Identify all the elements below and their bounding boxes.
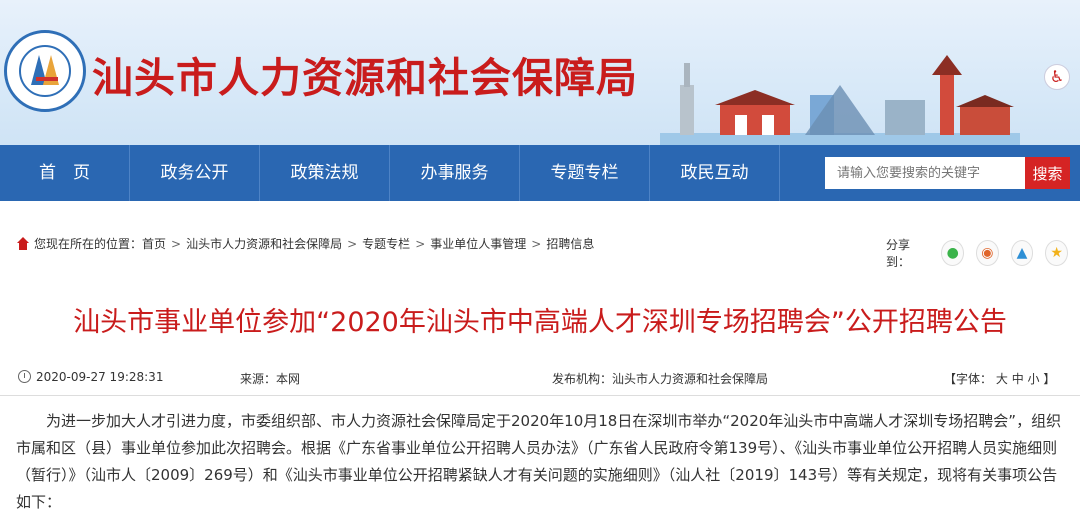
breadcrumb-separator: > [415, 236, 426, 251]
share-label: 分享到： [886, 238, 911, 269]
publisher-value: 汕头市人力资源和社会保障局 [612, 372, 769, 386]
font-medium-button[interactable]: 中 [1012, 372, 1024, 386]
nav-item-home[interactable]: 首 页 [0, 145, 130, 201]
breadcrumb-separator: > [531, 236, 542, 251]
wheelchair-icon[interactable]: ♿ [1044, 64, 1070, 90]
city-skyline-illustration [660, 55, 1020, 145]
breadcrumb-item-personnel[interactable]: 事业单位人事管理 [430, 235, 526, 252]
site-header: 汕头市人力资源和社会保障局 ♿ [0, 0, 1080, 145]
search-input[interactable] [825, 157, 1025, 189]
font-small-button[interactable]: 小 [1028, 372, 1040, 386]
main-nav: 首 页 政务公开 政策法规 办事服务 专题专栏 政民互动 搜索 [0, 145, 1080, 201]
site-title[interactable]: 汕头市人力资源和社会保障局 [92, 44, 638, 104]
qzone-icon[interactable]: ★ [1045, 240, 1069, 266]
article-publisher: 发布机构：汕头市人力资源和社会保障局 [552, 370, 768, 387]
article-source: 来源：本网 [240, 370, 300, 387]
qq-icon[interactable]: ▲ [1010, 240, 1034, 266]
weibo-icon[interactable]: ◉ [976, 240, 999, 266]
breadcrumb-item-home[interactable]: 首页 [142, 235, 166, 252]
breadcrumb-separator: > [171, 236, 182, 251]
font-size-label: 【字体： [944, 372, 993, 386]
nav-item-interaction[interactable]: 政民互动 [650, 145, 780, 201]
breadcrumb-separator: > [347, 236, 358, 251]
wechat-icon[interactable]: ● [941, 240, 965, 266]
font-size-controls: 【字体： 大 中 小 】 [944, 370, 1055, 387]
nav-item-government-affairs[interactable]: 政务公开 [130, 145, 260, 201]
logo-mark-bar [36, 77, 58, 81]
font-large-button[interactable]: 大 [996, 372, 1008, 386]
breadcrumb-item-recruitment[interactable]: 招聘信息 [546, 235, 594, 252]
home-icon [16, 236, 30, 251]
clock-icon [18, 370, 31, 383]
nav-item-services[interactable]: 办事服务 [390, 145, 520, 201]
search-button[interactable]: 搜索 [1025, 157, 1070, 189]
nav-item-special-topics[interactable]: 专题专栏 [520, 145, 650, 201]
font-size-close: 】 [1043, 372, 1056, 386]
share-bar: 分享到： ● ◉ ▲ ★ [886, 236, 1080, 270]
breadcrumb-prefix: 您现在所在的位置： [34, 237, 143, 251]
article-meta: 2020-09-27 19:28:31 来源：本网 发布机构：汕头市人力资源和社… [0, 362, 1080, 396]
article-body: 为进一步加大人才引进力度，市委组织部、市人力资源社会保障局定于2020年10月1… [16, 412, 1062, 511]
source-label: 来源： [240, 372, 277, 386]
publisher-label: 发布机构： [552, 372, 613, 386]
breadcrumb-item-special-topics[interactable]: 专题专栏 [362, 235, 410, 252]
breadcrumb-bar: 您现在所在的位置： 首页 > 汕头市人力资源和社会保障局 > 专题专栏 > 事业… [0, 210, 1080, 280]
publish-date: 2020-09-27 19:28:31 [36, 370, 164, 384]
logo-emblem [19, 45, 71, 97]
source-value: 本网 [276, 372, 301, 386]
breadcrumb-item-bureau[interactable]: 汕头市人力资源和社会保障局 [186, 235, 342, 252]
article-title: 汕头市事业单位参加“2020年汕头市中高端人才深圳专场招聘会”公开招聘公告 [73, 307, 1007, 338]
site-logo[interactable] [4, 30, 86, 112]
breadcrumb: 您现在所在的位置： 首页 > 汕头市人力资源和社会保障局 > 专题专栏 > 事业… [16, 235, 594, 252]
nav-item-policies[interactable]: 政策法规 [260, 145, 390, 201]
